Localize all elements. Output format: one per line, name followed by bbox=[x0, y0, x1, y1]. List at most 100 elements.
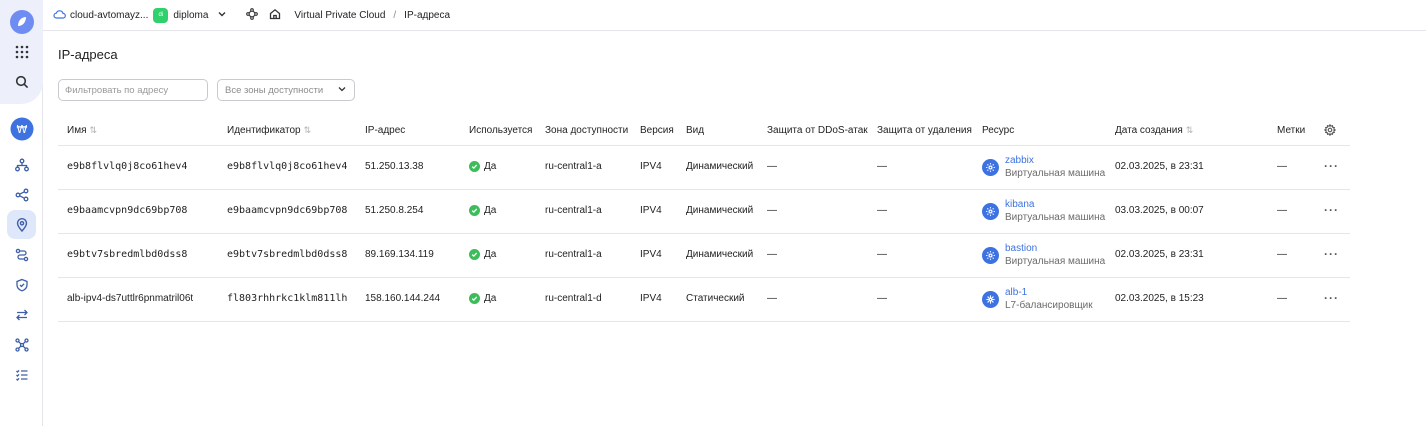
header-label: Идентификатор bbox=[227, 125, 301, 136]
header-label: Зона доступности bbox=[545, 125, 629, 136]
address-filter-input[interactable] bbox=[58, 79, 208, 101]
more-actions-icon[interactable]: ··· bbox=[1324, 247, 1339, 261]
table-row[interactable]: e9b8flvlq0j8co61hev4 e9b8flvlq0j8co61hev… bbox=[58, 146, 1350, 190]
check-circle-icon bbox=[469, 161, 480, 172]
checklist-icon[interactable] bbox=[7, 360, 36, 389]
ip-addresses-table: Имя ⇅ Идентификатор ⇅ IP-адрес Используетс… bbox=[58, 116, 1350, 322]
column-header-name[interactable]: Имя ⇅ bbox=[67, 125, 97, 136]
routes-icon[interactable] bbox=[7, 240, 36, 269]
resource-link[interactable]: kibana bbox=[1005, 198, 1105, 211]
column-header-ddos: Защита от DDoS-атак bbox=[767, 125, 868, 136]
more-actions-icon[interactable]: ··· bbox=[1324, 203, 1339, 217]
table-row[interactable]: alb-ipv4-ds7uttlr6pnmatril06t fl803rhhrk… bbox=[58, 278, 1350, 322]
cell-labels: — bbox=[1277, 205, 1287, 216]
column-header-id[interactable]: Идентификатор ⇅ bbox=[227, 125, 311, 136]
share-icon[interactable] bbox=[7, 180, 36, 209]
zone-select[interactable]: Все зоны доступности bbox=[217, 79, 355, 101]
folder-selector[interactable]: di diploma bbox=[153, 7, 227, 23]
column-header-created[interactable]: Дата создания ⇅ bbox=[1115, 125, 1193, 136]
cell-resource: alb-1 L7-балансировщик bbox=[982, 286, 1093, 312]
cell-zone: ru-central1-d bbox=[545, 293, 602, 304]
vm-gear-icon bbox=[982, 246, 999, 264]
shield-icon[interactable] bbox=[7, 270, 36, 299]
cloud-selector[interactable]: cloud-avtomayz... bbox=[53, 9, 148, 22]
chevron-down-icon bbox=[217, 9, 227, 22]
home-icon[interactable] bbox=[269, 8, 281, 23]
page-title: IP-адреса bbox=[58, 47, 118, 62]
load-balancer-icon bbox=[982, 290, 999, 308]
resource-type: Виртуальная машина bbox=[1005, 168, 1106, 179]
topology-icon[interactable] bbox=[7, 330, 36, 359]
table-row[interactable]: e9btv7sbredmlbd0dss8 e9btv7sbredmlbd0dss… bbox=[58, 234, 1350, 278]
resource-info: kibana Виртуальная машина bbox=[1005, 198, 1105, 224]
resource-link[interactable]: alb-1 bbox=[1005, 286, 1093, 299]
transfer-icon[interactable] bbox=[7, 300, 36, 329]
cell-used: Да bbox=[469, 293, 496, 304]
location-pin-icon[interactable] bbox=[7, 210, 36, 239]
cell-created: 02.03.2025, в 15:23 bbox=[1115, 293, 1204, 304]
cell-name[interactable]: e9b8flvlq0j8co61hev4 bbox=[67, 161, 187, 172]
cloud-name: cloud-avtomayz... bbox=[70, 9, 149, 21]
cell-labels: — bbox=[1277, 161, 1287, 172]
column-header-kind: Вид bbox=[686, 125, 704, 136]
cell-version: IPV4 bbox=[640, 161, 662, 172]
breadcrumb-service[interactable]: Virtual Private Cloud bbox=[294, 10, 385, 21]
column-header-zone: Зона доступности bbox=[545, 125, 628, 136]
resource-info: bastion Виртуальная машина bbox=[1005, 242, 1105, 268]
cell-kind: Динамический bbox=[686, 205, 754, 216]
vm-gear-icon bbox=[982, 158, 999, 176]
more-actions-icon[interactable]: ··· bbox=[1324, 159, 1339, 173]
used-label: Да bbox=[484, 161, 497, 172]
resource-type: Виртуальная машина bbox=[1005, 212, 1106, 223]
cell-name[interactable]: alb-ipv4-ds7uttlr6pnmatril06t bbox=[67, 293, 193, 304]
cell-id: fl803rhhrkc1klm811lh bbox=[227, 293, 348, 304]
table-row[interactable]: e9baamcvpn9dc69bp708 e9baamcvpn9dc69bp70… bbox=[58, 190, 1350, 234]
header-label: Метки bbox=[1277, 125, 1306, 136]
cell-resource: kibana Виртуальная машина bbox=[982, 198, 1105, 224]
resource-link[interactable]: bastion bbox=[1005, 242, 1105, 255]
avatar-icon[interactable]: ₩ bbox=[7, 114, 36, 143]
used-label: Да bbox=[484, 293, 497, 304]
column-settings-icon[interactable] bbox=[1324, 124, 1336, 136]
top-bar: cloud-avtomayz... di diploma Virtual Pri… bbox=[43, 0, 1426, 31]
column-header-used: Используется bbox=[469, 125, 532, 136]
cell-resource: bastion Виртуальная машина bbox=[982, 242, 1105, 268]
sort-icon: ⇅ bbox=[89, 125, 98, 135]
cell-created: 02.03.2025, в 23:31 bbox=[1115, 249, 1204, 260]
breadcrumb-current: IP-адреса bbox=[404, 9, 451, 21]
cell-deletion: — bbox=[877, 161, 887, 172]
header-label: Защита от DDoS-атак bbox=[767, 125, 868, 136]
cell-deletion: — bbox=[877, 293, 887, 304]
logo-icon[interactable] bbox=[7, 7, 36, 36]
cell-ddos: — bbox=[767, 249, 777, 260]
cloud-icon bbox=[53, 9, 66, 22]
nodes-icon[interactable] bbox=[246, 7, 259, 23]
apps-grid-icon[interactable] bbox=[7, 37, 36, 66]
header-label: Версия bbox=[640, 125, 674, 136]
search-icon[interactable] bbox=[7, 67, 36, 96]
network-icon[interactable] bbox=[7, 150, 36, 179]
cell-name[interactable]: e9btv7sbredmlbd0dss8 bbox=[67, 249, 187, 260]
cell-deletion: — bbox=[877, 205, 887, 216]
header-label: Вид bbox=[686, 125, 705, 136]
cell-labels: — bbox=[1277, 249, 1287, 260]
cell-ddos: — bbox=[767, 205, 777, 216]
resource-type: L7-балансировщик bbox=[1005, 300, 1093, 311]
table-header: Имя ⇅ Идентификатор ⇅ IP-адрес Используетс… bbox=[58, 116, 1350, 146]
resource-info: zabbix Виртуальная машина bbox=[1005, 154, 1105, 180]
cell-used: Да bbox=[469, 249, 496, 260]
column-header-deletion: Защита от удаления bbox=[877, 125, 972, 136]
used-label: Да bbox=[484, 249, 497, 260]
check-circle-icon bbox=[469, 249, 480, 260]
check-circle-icon bbox=[469, 293, 480, 304]
vm-gear-icon bbox=[982, 202, 999, 220]
resource-info: alb-1 L7-балансировщик bbox=[1005, 286, 1093, 312]
header-label: Дата создания bbox=[1115, 125, 1183, 136]
column-header-labels: Метки bbox=[1277, 125, 1305, 136]
cell-name[interactable]: e9baamcvpn9dc69bp708 bbox=[67, 205, 187, 216]
cell-zone: ru-central1-a bbox=[545, 161, 602, 172]
resource-type: Виртуальная машина bbox=[1005, 256, 1106, 267]
chevron-down-icon bbox=[337, 84, 347, 97]
resource-link[interactable]: zabbix bbox=[1005, 154, 1105, 167]
more-actions-icon[interactable]: ··· bbox=[1324, 291, 1339, 305]
